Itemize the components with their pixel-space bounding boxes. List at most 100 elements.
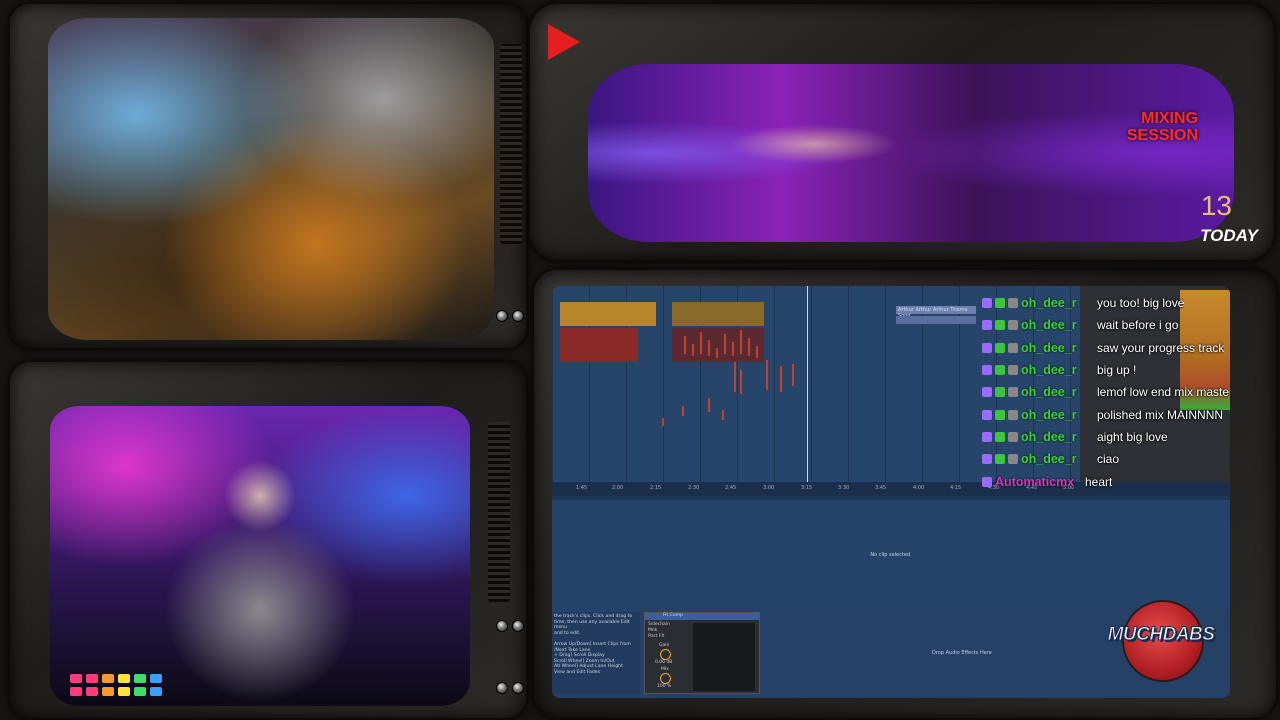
chat-username: oh_dee_r (1021, 452, 1077, 467)
chat-message: Automaticmx heart (982, 470, 1230, 492)
midi-clip[interactable] (560, 328, 638, 362)
chat-username: oh_dee_r (1021, 318, 1077, 333)
twitch-icon (982, 387, 992, 398)
post-fx-select[interactable]: Post FX (648, 634, 665, 639)
chat-message: oh_dee_r ciao (982, 448, 1230, 470)
arrangement-clip-strip[interactable]: Arthur Arthur Arthur Theme Song (896, 306, 976, 319)
studio-camera-video (588, 64, 1234, 242)
midi-note[interactable] (682, 406, 684, 416)
muchdabs-logo: MUCHDABS (1104, 598, 1218, 682)
midi-note[interactable] (692, 344, 694, 356)
verified-badge-icon (995, 365, 1005, 376)
chat-username: oh_dee_r (1021, 429, 1077, 444)
chat-overlay: oh_dee_r you too! big love oh_dee_r wait… (982, 292, 1230, 493)
midi-note[interactable] (792, 364, 794, 386)
midi-note[interactable] (748, 338, 750, 356)
midi-note[interactable] (684, 336, 686, 354)
speaker-grille (500, 44, 522, 244)
chat-username: Automaticmx (995, 474, 1075, 489)
no-clip-message: No clip selected. (870, 552, 912, 558)
info-view: the track's clips. Click and drag to tim… (552, 612, 640, 694)
subscriber-badge-icon (1008, 365, 1018, 376)
audio-clip[interactable] (560, 302, 656, 326)
verified-badge-icon (995, 387, 1005, 398)
drum-pad-controller (70, 674, 162, 696)
twitch-icon (982, 431, 992, 442)
chat-text: aight big love (1097, 429, 1168, 444)
arrangement-view[interactable]: Arthur Arthur Arthur Theme Song 1:45 2:0… (552, 286, 1230, 496)
midi-note[interactable] (700, 332, 702, 354)
sidechain-source[interactable]: Mnk (648, 628, 657, 633)
chat-message: oh_dee_r big up ! (982, 359, 1230, 381)
midi-note[interactable] (662, 418, 664, 426)
midi-note[interactable] (740, 330, 742, 354)
midi-note[interactable] (740, 370, 742, 394)
midi-note[interactable] (722, 410, 724, 420)
subscriber-badge-icon (1008, 387, 1018, 398)
tv-frame-facecam (8, 360, 528, 720)
chat-message: oh_dee_r polished mix MAINNNN (982, 403, 1230, 425)
chat-text: you too! big love (1097, 296, 1185, 311)
midi-note[interactable] (716, 348, 718, 358)
chat-username: oh_dee_r (1021, 385, 1077, 400)
chat-text: saw your progress track (1097, 340, 1225, 355)
tv-knob (512, 620, 524, 632)
mix-label: Mix (661, 667, 669, 672)
verified-badge-icon (995, 431, 1005, 442)
midi-note[interactable] (780, 366, 782, 392)
verified-badge-icon (995, 320, 1005, 331)
playhead[interactable] (807, 286, 808, 496)
subscriber-badge-icon (1008, 409, 1018, 420)
compressor-display (693, 623, 755, 691)
chat-text: heart (1085, 474, 1113, 489)
verified-badge-icon (995, 454, 1005, 465)
midi-note[interactable] (756, 346, 758, 358)
mixing-session-overlay: MIXING SESSION (1126, 110, 1198, 144)
subscriber-badge-icon (1008, 342, 1018, 353)
midi-note[interactable] (724, 334, 726, 354)
audio-clip[interactable] (672, 302, 764, 326)
counter-label: TODAY (1200, 226, 1258, 245)
chat-username: oh_dee_r (1021, 296, 1077, 311)
chat-message: oh_dee_r you too! big love (982, 292, 1230, 314)
chat-message: oh_dee_r wait before i go (982, 314, 1230, 336)
logo-text: MUCHDABS (1107, 624, 1215, 646)
gain-label: Gain (659, 643, 670, 648)
twitch-icon (982, 454, 992, 465)
twitch-icon (982, 409, 992, 420)
twitch-icon (982, 320, 992, 331)
midi-note[interactable] (734, 362, 736, 392)
mix-value: 100 % (657, 684, 672, 689)
verified-badge-icon (995, 342, 1005, 353)
chat-text: wait before i go (1097, 318, 1179, 333)
tv-frame-studio-camera: MIXING SESSION 13 TODAY (528, 2, 1276, 262)
device-title[interactable]: Fit Comp (645, 613, 759, 620)
speaker-grille (488, 422, 510, 602)
tv-knob (512, 682, 524, 694)
midi-note[interactable] (766, 360, 768, 390)
midi-note[interactable] (708, 340, 710, 356)
chat-username: oh_dee_r (1021, 363, 1077, 378)
twitch-icon (982, 476, 992, 487)
verified-badge-icon (995, 409, 1005, 420)
gain-knob[interactable] (660, 649, 671, 660)
subscriber-badge-icon (1008, 454, 1018, 465)
compressor-device[interactable]: Fit Comp Sidechain Mnk Post FX Gain 0.00… (644, 612, 760, 694)
chat-message: oh_dee_r aight big love (982, 426, 1230, 448)
arrangement-clip-strip[interactable] (896, 316, 976, 324)
subscriber-badge-icon (1008, 431, 1018, 442)
twitch-icon (982, 365, 992, 376)
gain-value: 0.00 dB (655, 660, 673, 665)
midi-note[interactable] (708, 398, 710, 412)
chat-message: oh_dee_r lemof low end mix maste (982, 381, 1230, 403)
drop-effects-message: Drop Audio Effects Here (932, 650, 992, 656)
twitch-icon (982, 342, 992, 353)
mix-knob[interactable] (660, 673, 671, 684)
chat-username: oh_dee_r (1021, 340, 1077, 355)
chat-username: oh_dee_r (1021, 407, 1077, 422)
midi-note[interactable] (732, 342, 734, 356)
tv-frame-visuals (8, 2, 528, 350)
tv-knob (512, 310, 524, 322)
abstract-visual-video (48, 18, 494, 340)
clip-view-panel[interactable]: No clip selected. (552, 500, 1230, 608)
